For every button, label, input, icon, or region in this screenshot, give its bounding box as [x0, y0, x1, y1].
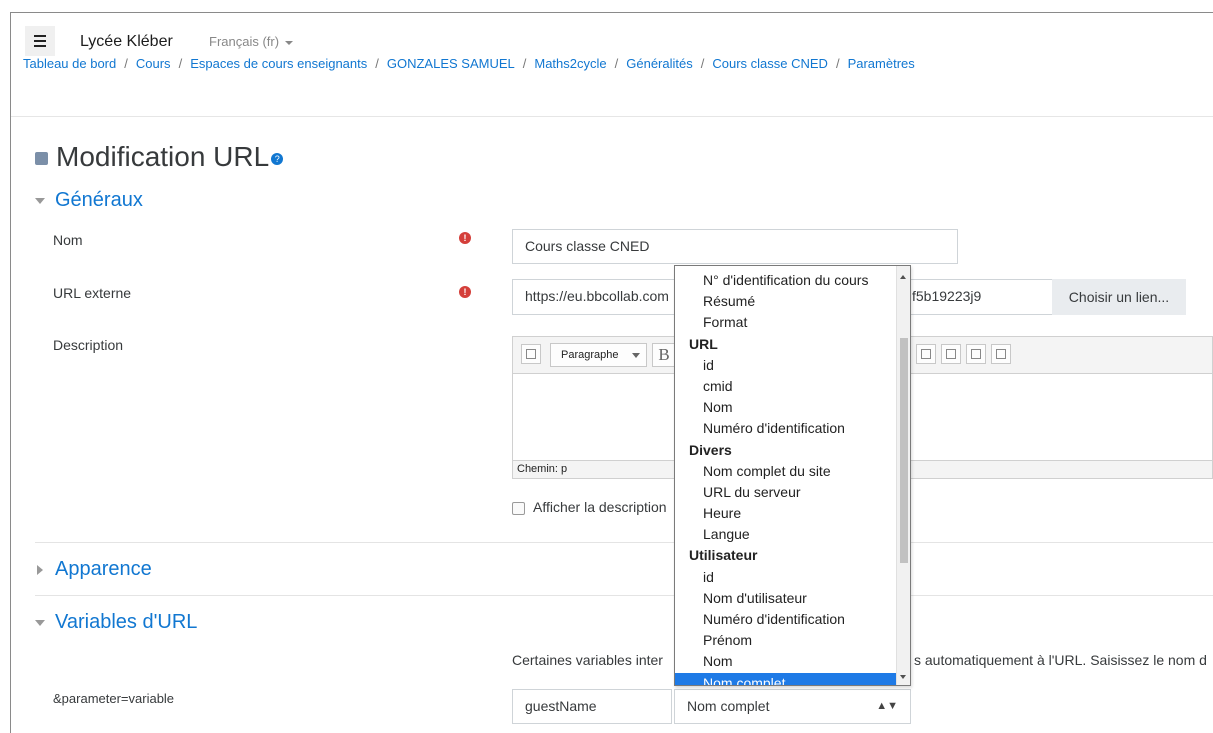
checkbox-label: Afficher la description — [533, 499, 667, 515]
dropdown-option[interactable]: Nom complet — [675, 672, 896, 685]
breadcrumb-separator: / — [522, 57, 527, 71]
scroll-down-icon[interactable] — [900, 675, 906, 679]
dropdown-option[interactable]: URL du serveur — [675, 482, 896, 503]
choose-link-button[interactable]: Choisir un lien... — [1052, 279, 1186, 315]
breadcrumb-item[interactable]: Cours classe CNED — [712, 57, 828, 71]
section-title: Apparence — [55, 558, 152, 580]
dropdown-option[interactable]: Nom complet du site — [675, 461, 896, 482]
breadcrumb-item[interactable]: Généralités — [626, 57, 692, 71]
breadcrumb-item[interactable]: Maths2cycle — [534, 57, 606, 71]
breadcrumb-item[interactable]: Paramètres — [848, 57, 915, 71]
nom-input[interactable]: Cours classe CNED — [512, 229, 958, 264]
description-label: Description — [53, 337, 124, 353]
header-divider — [11, 116, 1213, 117]
window-frame-left — [10, 12, 11, 733]
caret-down-icon — [285, 40, 294, 45]
dropdown-option[interactable]: Nom — [675, 397, 896, 418]
dropdown-scrollbar[interactable] — [896, 266, 910, 685]
required-icon: ! — [459, 286, 471, 298]
section-generaux-toggle[interactable]: Généraux — [35, 189, 143, 212]
parameter-label: &parameter=variable — [53, 691, 175, 706]
hamburger-icon — [34, 35, 46, 37]
show-description-checkbox[interactable]: Afficher la description — [512, 499, 667, 515]
section-variables-toggle[interactable]: Variables d'URL — [35, 611, 197, 634]
checkbox[interactable] — [512, 501, 525, 515]
breadcrumb-separator: / — [835, 57, 840, 71]
url-module-icon — [35, 152, 48, 166]
section-divider — [35, 542, 1213, 543]
dropdown-option[interactable]: Numéro d'identification — [675, 418, 896, 439]
paste-icon[interactable] — [941, 344, 961, 364]
select-arrows-icon: ▲▼ — [876, 700, 898, 712]
help-icon[interactable]: ? — [271, 152, 284, 165]
url-value-end: f5b19223j9 — [912, 288, 982, 304]
dropdown-option[interactable]: Nom — [675, 651, 896, 672]
breadcrumb-item[interactable]: Espaces de cours enseignants — [190, 57, 367, 71]
breadcrumb-item[interactable]: Tableau de bord — [23, 57, 116, 71]
section-apparence-toggle[interactable]: Apparence — [35, 558, 152, 581]
dropdown-option[interactable]: Format — [675, 312, 896, 333]
language-menu[interactable]: Français (fr) — [209, 34, 294, 49]
breadcrumb: Tableau de bord / Cours / Espaces de cours e… — [23, 57, 915, 73]
dropdown-group-label: Utilisateur — [689, 547, 758, 564]
dropdown-option[interactable]: cmid — [675, 376, 896, 397]
dropdown-group-label: URL — [689, 335, 718, 352]
dropdown-option[interactable]: Langue — [675, 524, 896, 545]
breadcrumb-separator: / — [614, 57, 619, 71]
dropdown-option[interactable]: Nom d'utilisateur — [675, 588, 896, 609]
dropdown-option[interactable]: N° d'identification du cours — [675, 270, 896, 291]
site-brand-link[interactable]: Lycée Kléber — [80, 33, 173, 51]
nom-label: Nom — [53, 232, 83, 248]
dropdown-group-label: Divers — [689, 441, 732, 458]
url-value-start: https://eu.bbcollab.com — [525, 288, 669, 304]
breadcrumb-separator: / — [700, 57, 705, 71]
dropdown-options: N° d'identification du cours Résumé Format… — [675, 270, 896, 685]
variables-help-text-end: s automatiquement à l'URL. Saisissez le … — [914, 652, 1207, 668]
breadcrumb-item[interactable]: GONZALES SAMUEL — [387, 57, 515, 71]
section-title: Généraux — [55, 189, 143, 211]
toolbar-toggle-icon[interactable] — [521, 344, 541, 364]
page-title-text: Modification URL — [56, 141, 270, 172]
collapse-icon — [35, 197, 45, 204]
paste-text-icon[interactable] — [966, 344, 986, 364]
dropdown-option[interactable]: id — [675, 567, 896, 588]
parameter-input[interactable]: guestName — [512, 689, 672, 724]
paste-word-icon[interactable] — [991, 344, 1011, 364]
dropdown-option[interactable]: Numéro d'identification — [675, 609, 896, 630]
language-label: Français (fr) — [209, 34, 280, 49]
variable-select[interactable]: Nom complet ▲▼ — [674, 689, 911, 724]
variables-help-text: Certaines variables inter — [512, 652, 663, 668]
menu-toggle-button[interactable] — [25, 26, 55, 56]
page-title: Modification URL? — [35, 141, 284, 173]
breadcrumb-separator: / — [178, 57, 183, 71]
breadcrumb-item[interactable]: Cours — [136, 57, 171, 71]
media-icon[interactable] — [916, 344, 936, 364]
required-icon: ! — [459, 232, 471, 244]
dropdown-option[interactable]: Heure — [675, 503, 896, 524]
navbar: Lycée Kléber Français (fr) — [11, 13, 1213, 61]
variable-dropdown-list[interactable]: N° d'identification du cours Résumé Format… — [674, 265, 911, 686]
variable-select-value: Nom complet — [687, 698, 770, 714]
breadcrumb-separator: / — [124, 57, 128, 71]
dropdown-option[interactable]: Prénom — [675, 630, 896, 651]
section-divider — [35, 595, 1213, 596]
url-externe-label: URL externe — [53, 285, 132, 301]
breadcrumb-separator: / — [375, 57, 379, 71]
caret-down-icon — [632, 353, 640, 358]
dropdown-option[interactable]: Résumé — [675, 291, 896, 312]
bold-button[interactable]: B — [652, 343, 676, 367]
expand-icon — [37, 564, 43, 575]
scrollbar-thumb[interactable] — [900, 338, 908, 563]
collapse-icon — [35, 619, 45, 626]
scroll-up-icon[interactable] — [900, 275, 906, 279]
paragraph-format-select[interactable]: Paragraphe — [550, 343, 647, 367]
dropdown-option[interactable]: id — [675, 355, 896, 376]
section-title: Variables d'URL — [55, 611, 198, 633]
